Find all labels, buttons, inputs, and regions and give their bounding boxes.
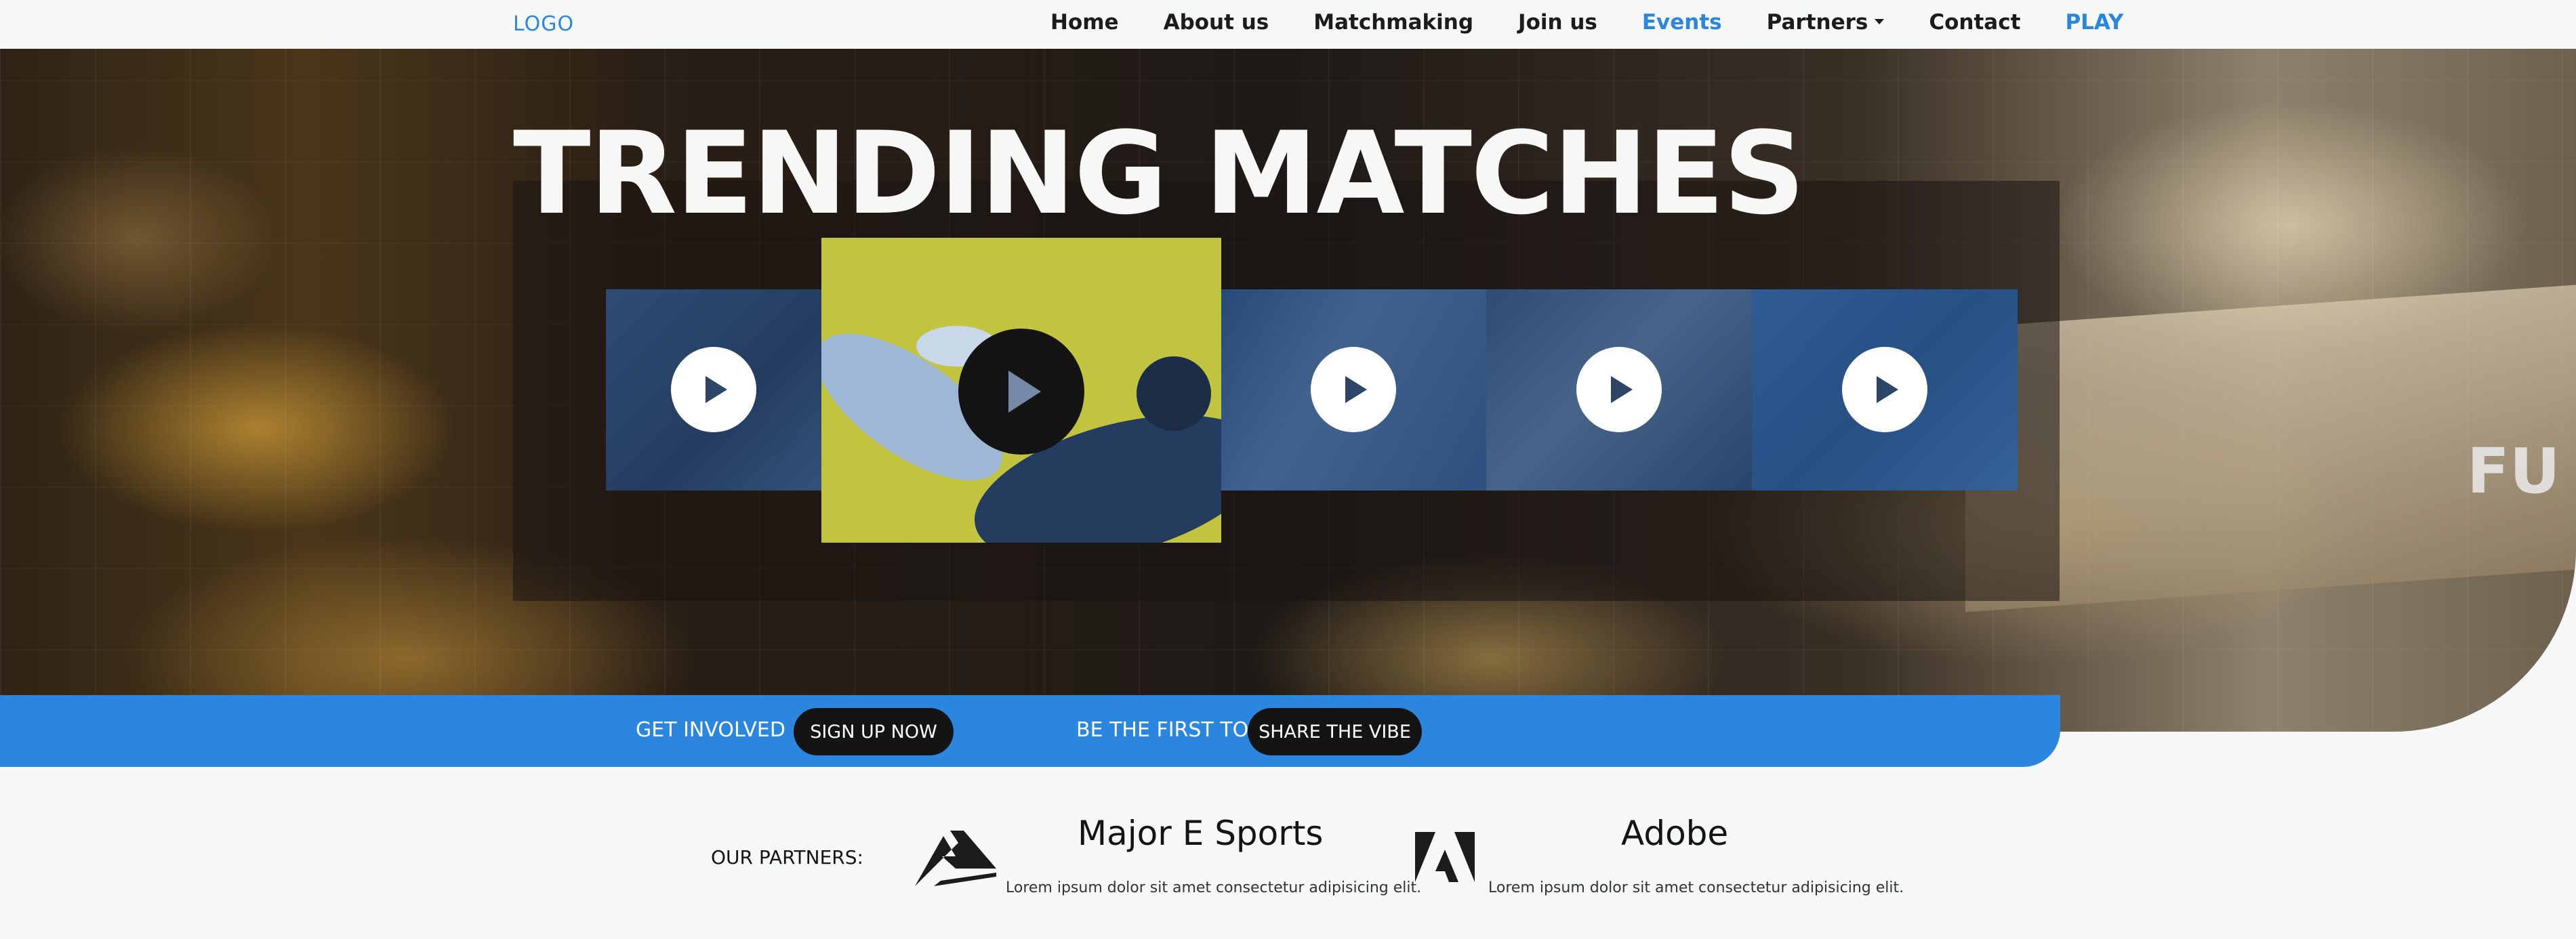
nav-play[interactable]: PLAY xyxy=(2065,10,2123,35)
nav-partners-dropdown[interactable]: Partners xyxy=(1767,10,1885,35)
top-navbar: LOGO Home About us Matchmaking Join us E… xyxy=(0,0,2576,49)
play-button[interactable] xyxy=(1842,347,1927,432)
sign-up-button[interactable]: SIGN UP NOW xyxy=(794,708,954,755)
video-thumbnail-featured[interactable] xyxy=(821,238,1221,543)
share-vibe-button[interactable]: SHARE THE VIBE xyxy=(1248,708,1422,755)
nav-matchmaking[interactable]: Matchmaking xyxy=(1313,10,1473,35)
stage-logo-graphic: FU xyxy=(2467,435,2560,507)
play-button[interactable] xyxy=(1311,347,1396,432)
play-icon xyxy=(1008,371,1041,413)
video-thumbnail[interactable] xyxy=(606,289,821,491)
nav-home[interactable]: Home xyxy=(1050,10,1119,35)
cta-be-first-label: BE THE FIRST TO xyxy=(1076,718,1249,742)
play-button[interactable] xyxy=(671,347,756,432)
partner-description: Lorem ipsum dolor sit amet consectetur a… xyxy=(1006,879,1422,896)
nav-contact[interactable]: Contact xyxy=(1929,10,2020,35)
partner-description: Lorem ipsum dolor sit amet consectetur a… xyxy=(1488,879,1904,896)
cta-get-involved-label: GET INVOLVED xyxy=(636,718,785,742)
nav-join-us[interactable]: Join us xyxy=(1518,10,1597,35)
partner-name: Major E Sports xyxy=(1078,814,1324,853)
play-icon xyxy=(1611,376,1633,403)
adobe-logo[interactable] xyxy=(1415,832,1475,885)
partners-label: OUR PARTNERS: xyxy=(711,846,863,869)
nav-about-us[interactable]: About us xyxy=(1164,10,1269,35)
cta-bar: GET INVOLVED SIGN UP NOW BE THE FIRST TO… xyxy=(0,695,2060,767)
caret-down-icon xyxy=(1875,18,1885,24)
play-icon xyxy=(706,376,727,403)
major-esports-logo[interactable] xyxy=(914,829,998,888)
site-logo[interactable]: LOGO xyxy=(513,12,574,36)
nav-events[interactable]: Events xyxy=(1642,10,1722,35)
video-thumbnail[interactable] xyxy=(1752,289,2018,491)
play-button[interactable] xyxy=(958,329,1084,455)
video-thumbnail[interactable] xyxy=(1486,289,1752,491)
video-thumbnail[interactable] xyxy=(1221,289,1486,491)
main-nav: Home About us Matchmaking Join us Events… xyxy=(1050,10,2168,35)
play-button[interactable] xyxy=(1576,347,1662,432)
play-icon xyxy=(1877,376,1898,403)
hero-title: TRENDING MATCHES xyxy=(513,107,1805,240)
partner-name: Adobe xyxy=(1621,814,1729,853)
nav-partners-label: Partners xyxy=(1766,10,1868,35)
play-icon xyxy=(1345,376,1367,403)
